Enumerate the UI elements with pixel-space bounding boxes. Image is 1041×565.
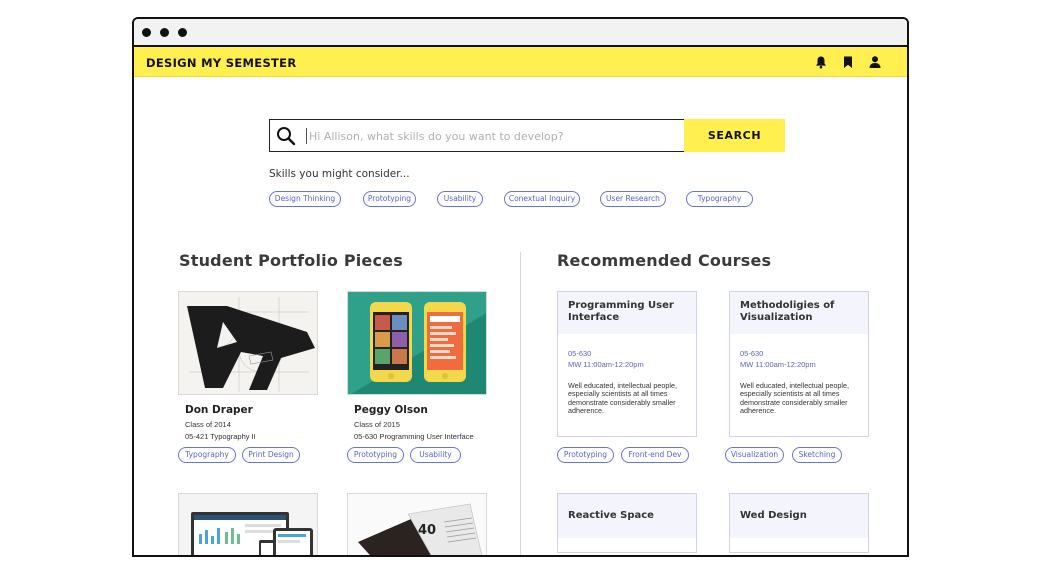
- course-card[interactable]: Programming User Interface 05-630 MW 11:…: [557, 291, 697, 437]
- svg-text:40: 40: [418, 523, 436, 538]
- course-title[interactable]: Wed Design: [730, 494, 868, 538]
- skill-chip[interactable]: Typography: [686, 191, 753, 207]
- course-title[interactable]: Programming User Interface: [558, 292, 696, 334]
- skill-chip[interactable]: Usability: [437, 191, 483, 207]
- search-input[interactable]: [309, 125, 679, 147]
- skill-chip[interactable]: Conextual Inquiry: [504, 191, 580, 207]
- portfolio-tag[interactable]: Print Design: [242, 447, 300, 463]
- student-course: 05-421 Typography II: [185, 432, 256, 441]
- portfolio-thumbnail[interactable]: 40: [347, 493, 487, 555]
- search-button[interactable]: SEARCH: [684, 119, 785, 152]
- search-icon: [277, 127, 296, 146]
- course-schedule: 05-630 MW 11:00am-12:20pm: [568, 348, 644, 370]
- course-time: MW 11:00am-12:20pm: [740, 360, 816, 369]
- course-card[interactable]: Wed Design: [729, 493, 869, 553]
- course-time: MW 11:00am-12:20pm: [568, 360, 644, 369]
- course-tag[interactable]: Sketching: [792, 447, 842, 463]
- course-title[interactable]: Reactive Space: [558, 494, 696, 538]
- course-description: Well educated, intellectual people, espe…: [740, 381, 849, 416]
- course-card[interactable]: Reactive Space: [557, 493, 697, 553]
- course-tag[interactable]: Front-end Dev: [621, 447, 689, 463]
- typography-artwork-image: [187, 297, 315, 392]
- bell-icon[interactable]: [814, 55, 828, 69]
- search-box[interactable]: [269, 119, 684, 152]
- portfolio-heading: Student Portfolio Pieces: [179, 251, 403, 270]
- course-description: Well educated, intellectual people, espe…: [568, 381, 677, 416]
- portfolio-tag[interactable]: Typography: [178, 447, 236, 463]
- skill-chip[interactable]: Design Thinking: [269, 191, 341, 207]
- window-dot-icon[interactable]: [160, 28, 169, 37]
- student-class: Class of 2015: [354, 420, 400, 429]
- course-schedule: 05-630 MW 11:00am-12:20pm: [740, 348, 816, 370]
- portfolio-thumbnail[interactable]: [347, 291, 487, 395]
- bookmark-icon[interactable]: [841, 55, 855, 69]
- skill-chip[interactable]: User Research: [600, 191, 666, 207]
- skill-chip[interactable]: Prototyping: [363, 191, 416, 207]
- skills-heading: Skills you might consider...: [269, 168, 410, 180]
- student-course: 05-630 Programming User Interface: [354, 432, 474, 441]
- courses-heading: Recommended Courses: [557, 251, 772, 270]
- student-name[interactable]: Peggy Olson: [354, 404, 428, 416]
- browser-window: DESIGN MY SEMESTER SEARCH Skills you mig…: [132, 17, 909, 557]
- course-code: 05-630: [740, 349, 764, 358]
- window-dot-icon[interactable]: [142, 28, 151, 37]
- window-dot-icon[interactable]: [178, 28, 187, 37]
- mobile-app-image: [351, 302, 486, 394]
- user-icon[interactable]: [868, 55, 882, 69]
- print-booklet-image: 40: [358, 503, 483, 555]
- window-titlebar: [134, 19, 907, 47]
- app-title[interactable]: DESIGN MY SEMESTER: [146, 56, 296, 70]
- course-tag[interactable]: Prototyping: [557, 447, 614, 463]
- portfolio-thumbnail[interactable]: [178, 493, 318, 555]
- dashboard-devices-image: [191, 512, 313, 555]
- portfolio-thumbnail[interactable]: [178, 291, 318, 395]
- course-card[interactable]: Methodoligies of Visualization 05-630 MW…: [729, 291, 869, 437]
- text-caret: [306, 128, 307, 144]
- portfolio-tag[interactable]: Prototyping: [347, 447, 404, 463]
- course-tag[interactable]: Visualization: [725, 447, 784, 463]
- column-divider: [520, 252, 521, 555]
- student-name[interactable]: Don Draper: [185, 404, 253, 416]
- app-header: DESIGN MY SEMESTER: [134, 47, 907, 77]
- portfolio-tag[interactable]: Usability: [410, 447, 461, 463]
- course-title[interactable]: Methodoligies of Visualization: [730, 292, 868, 334]
- course-code: 05-630: [568, 349, 592, 358]
- student-class: Class of 2014: [185, 420, 231, 429]
- main-content: SEARCH Skills you might consider... Desi…: [134, 79, 907, 555]
